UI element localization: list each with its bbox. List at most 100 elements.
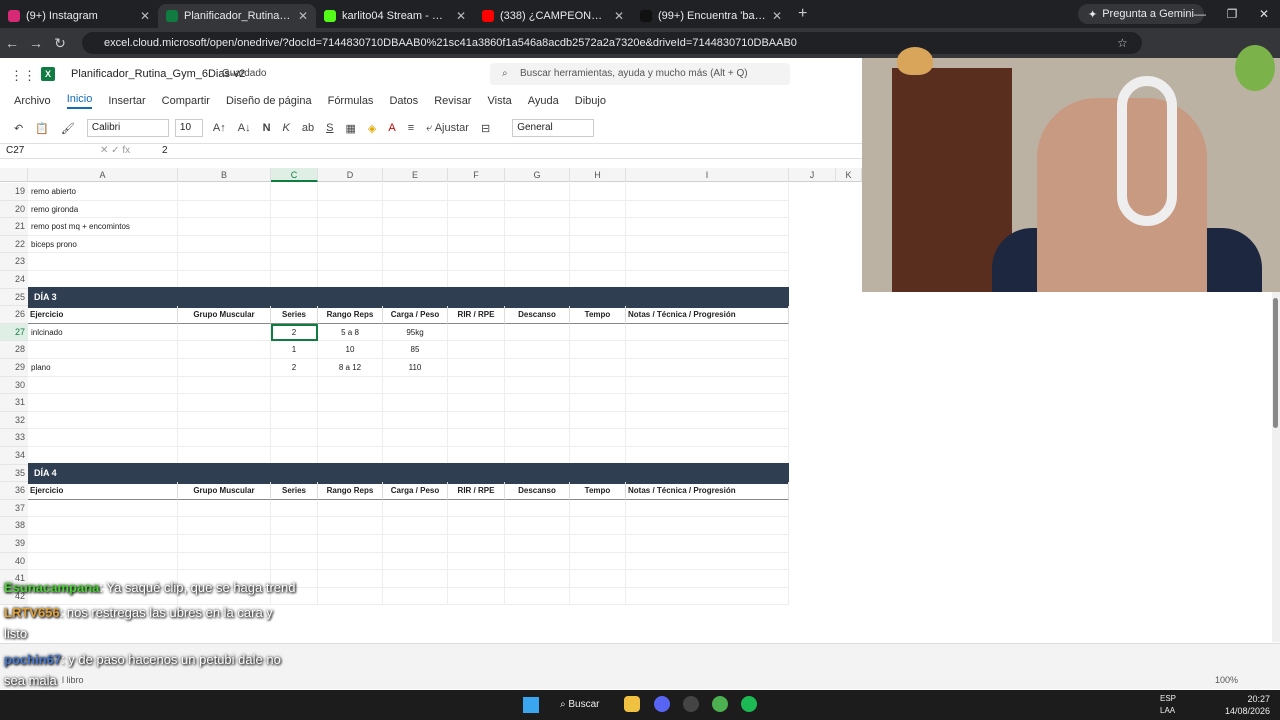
cell-f42[interactable]	[448, 587, 505, 606]
row-header[interactable]: 31	[0, 394, 28, 412]
column-header-i[interactable]: I	[626, 168, 789, 182]
cell-a37[interactable]	[28, 499, 178, 518]
close-icon[interactable]: ✕	[614, 9, 624, 23]
cell-b40[interactable]	[178, 552, 271, 571]
cell-b33[interactable]	[178, 429, 271, 447]
browser-tab[interactable]: (99+) Encuentra 'batalla farmeo' ✕	[632, 4, 790, 28]
cell-b21[interactable]	[178, 218, 271, 236]
cell-d32[interactable]	[318, 411, 383, 430]
row-header[interactable]: 35	[0, 464, 28, 483]
column-header-k[interactable]: K	[836, 168, 862, 182]
cell-g20[interactable]	[505, 200, 570, 219]
cell-b39[interactable]	[178, 535, 271, 553]
underline-icon[interactable]: S	[326, 122, 333, 134]
cell-i29[interactable]	[626, 359, 789, 377]
cell-g27[interactable]	[505, 323, 570, 342]
cell-a30[interactable]	[28, 376, 178, 395]
close-icon[interactable]: ✕	[772, 9, 782, 23]
fill-color-icon[interactable]: ◈	[368, 122, 376, 135]
cell-d40[interactable]	[318, 552, 383, 571]
minimize-icon[interactable]: —	[1184, 0, 1216, 28]
cell-a40[interactable]	[28, 552, 178, 571]
cell-g37[interactable]	[505, 499, 570, 518]
cell-g23[interactable]	[505, 253, 570, 271]
column-header-a[interactable]: A	[28, 168, 178, 182]
cell-a33[interactable]	[28, 429, 178, 447]
steam-icon[interactable]	[683, 696, 699, 712]
cell-i39[interactable]	[626, 535, 789, 553]
cell-h28[interactable]	[570, 341, 626, 359]
cell-c37[interactable]	[271, 499, 318, 518]
cell-c20[interactable]	[271, 200, 318, 219]
cell-i28[interactable]	[626, 341, 789, 359]
menu-fórmulas[interactable]: Fórmulas	[328, 95, 374, 107]
row-header[interactable]: 33	[0, 429, 28, 447]
cell-d28[interactable]: 10	[318, 341, 383, 359]
cell-e27[interactable]: 95kg	[383, 323, 448, 342]
menu-insertar[interactable]: Insertar	[108, 95, 145, 107]
cell-b37[interactable]	[178, 499, 271, 518]
cell-b23[interactable]	[178, 253, 271, 271]
cell-i40[interactable]	[626, 552, 789, 571]
row-header[interactable]: 28	[0, 341, 28, 359]
cell-d22[interactable]	[318, 235, 383, 254]
cell-g38[interactable]	[505, 517, 570, 535]
new-tab-button[interactable]: +	[798, 5, 807, 23]
cell-d31[interactable]	[318, 394, 383, 412]
cell-d38[interactable]	[318, 517, 383, 535]
cell-c28[interactable]: 1	[271, 341, 318, 359]
cell-d20[interactable]	[318, 200, 383, 219]
language-indicator[interactable]: ESP LAA	[1160, 693, 1176, 717]
cell-c19[interactable]	[271, 183, 318, 201]
cell-i37[interactable]	[626, 499, 789, 518]
strikethrough-icon[interactable]: ab	[302, 122, 314, 134]
cell-f40[interactable]	[448, 552, 505, 571]
cell-e31[interactable]	[383, 394, 448, 412]
close-icon[interactable]: ✕	[456, 9, 466, 23]
cell-h33[interactable]	[570, 429, 626, 447]
menu-dibujo[interactable]: Dibujo	[575, 95, 606, 107]
scrollbar-thumb[interactable]	[1273, 298, 1278, 428]
cell-i33[interactable]	[626, 429, 789, 447]
menu-diseño-de-página[interactable]: Diseño de página	[226, 95, 312, 107]
cell-f38[interactable]	[448, 517, 505, 535]
cell-a29[interactable]: plano	[28, 359, 178, 377]
cell-f22[interactable]	[448, 235, 505, 254]
cell-h22[interactable]	[570, 235, 626, 254]
cell-h37[interactable]	[570, 499, 626, 518]
menu-ayuda[interactable]: Ayuda	[528, 95, 559, 107]
windows-start-icon[interactable]	[523, 697, 539, 713]
font-size-select[interactable]: 10	[174, 119, 203, 137]
cell-e30[interactable]	[383, 376, 448, 395]
cell-a39[interactable]	[28, 535, 178, 553]
browser-tab[interactable]: (9+) Instagram ✕	[0, 4, 158, 28]
formula-input[interactable]: 2	[162, 145, 168, 156]
fx-icon[interactable]: ✕ ✓ fx	[100, 145, 130, 156]
cell-h31[interactable]	[570, 394, 626, 412]
cell-i22[interactable]	[626, 235, 789, 254]
cell-f20[interactable]	[448, 200, 505, 219]
italic-icon[interactable]: K	[283, 122, 290, 134]
menu-vista[interactable]: Vista	[487, 95, 511, 107]
cell-b20[interactable]	[178, 200, 271, 219]
close-icon[interactable]: ✕	[1248, 0, 1280, 28]
align-icon[interactable]: ≡	[408, 122, 414, 134]
cell-f31[interactable]	[448, 394, 505, 412]
cell-g33[interactable]	[505, 429, 570, 447]
browser-tab[interactable]: karlito04 Stream - Kick Dashboard ✕	[316, 4, 474, 28]
row-header[interactable]: 19	[0, 183, 28, 201]
column-header-h[interactable]: H	[570, 168, 626, 182]
cell-a28[interactable]	[28, 341, 178, 359]
cell-e42[interactable]	[383, 587, 448, 606]
cell-f33[interactable]	[448, 429, 505, 447]
cell-f32[interactable]	[448, 411, 505, 430]
search-box[interactable]: ⌕ Buscar herramientas, ayuda y mucho más …	[490, 63, 790, 85]
cell-a20[interactable]: remo gironda	[28, 200, 178, 219]
cell-c29[interactable]: 2	[271, 359, 318, 377]
cell-g28[interactable]	[505, 341, 570, 359]
cell-a23[interactable]	[28, 253, 178, 271]
file-explorer-icon[interactable]	[624, 696, 640, 712]
cell-i38[interactable]	[626, 517, 789, 535]
cell-g42[interactable]	[505, 587, 570, 606]
row-header[interactable]: 39	[0, 535, 28, 553]
